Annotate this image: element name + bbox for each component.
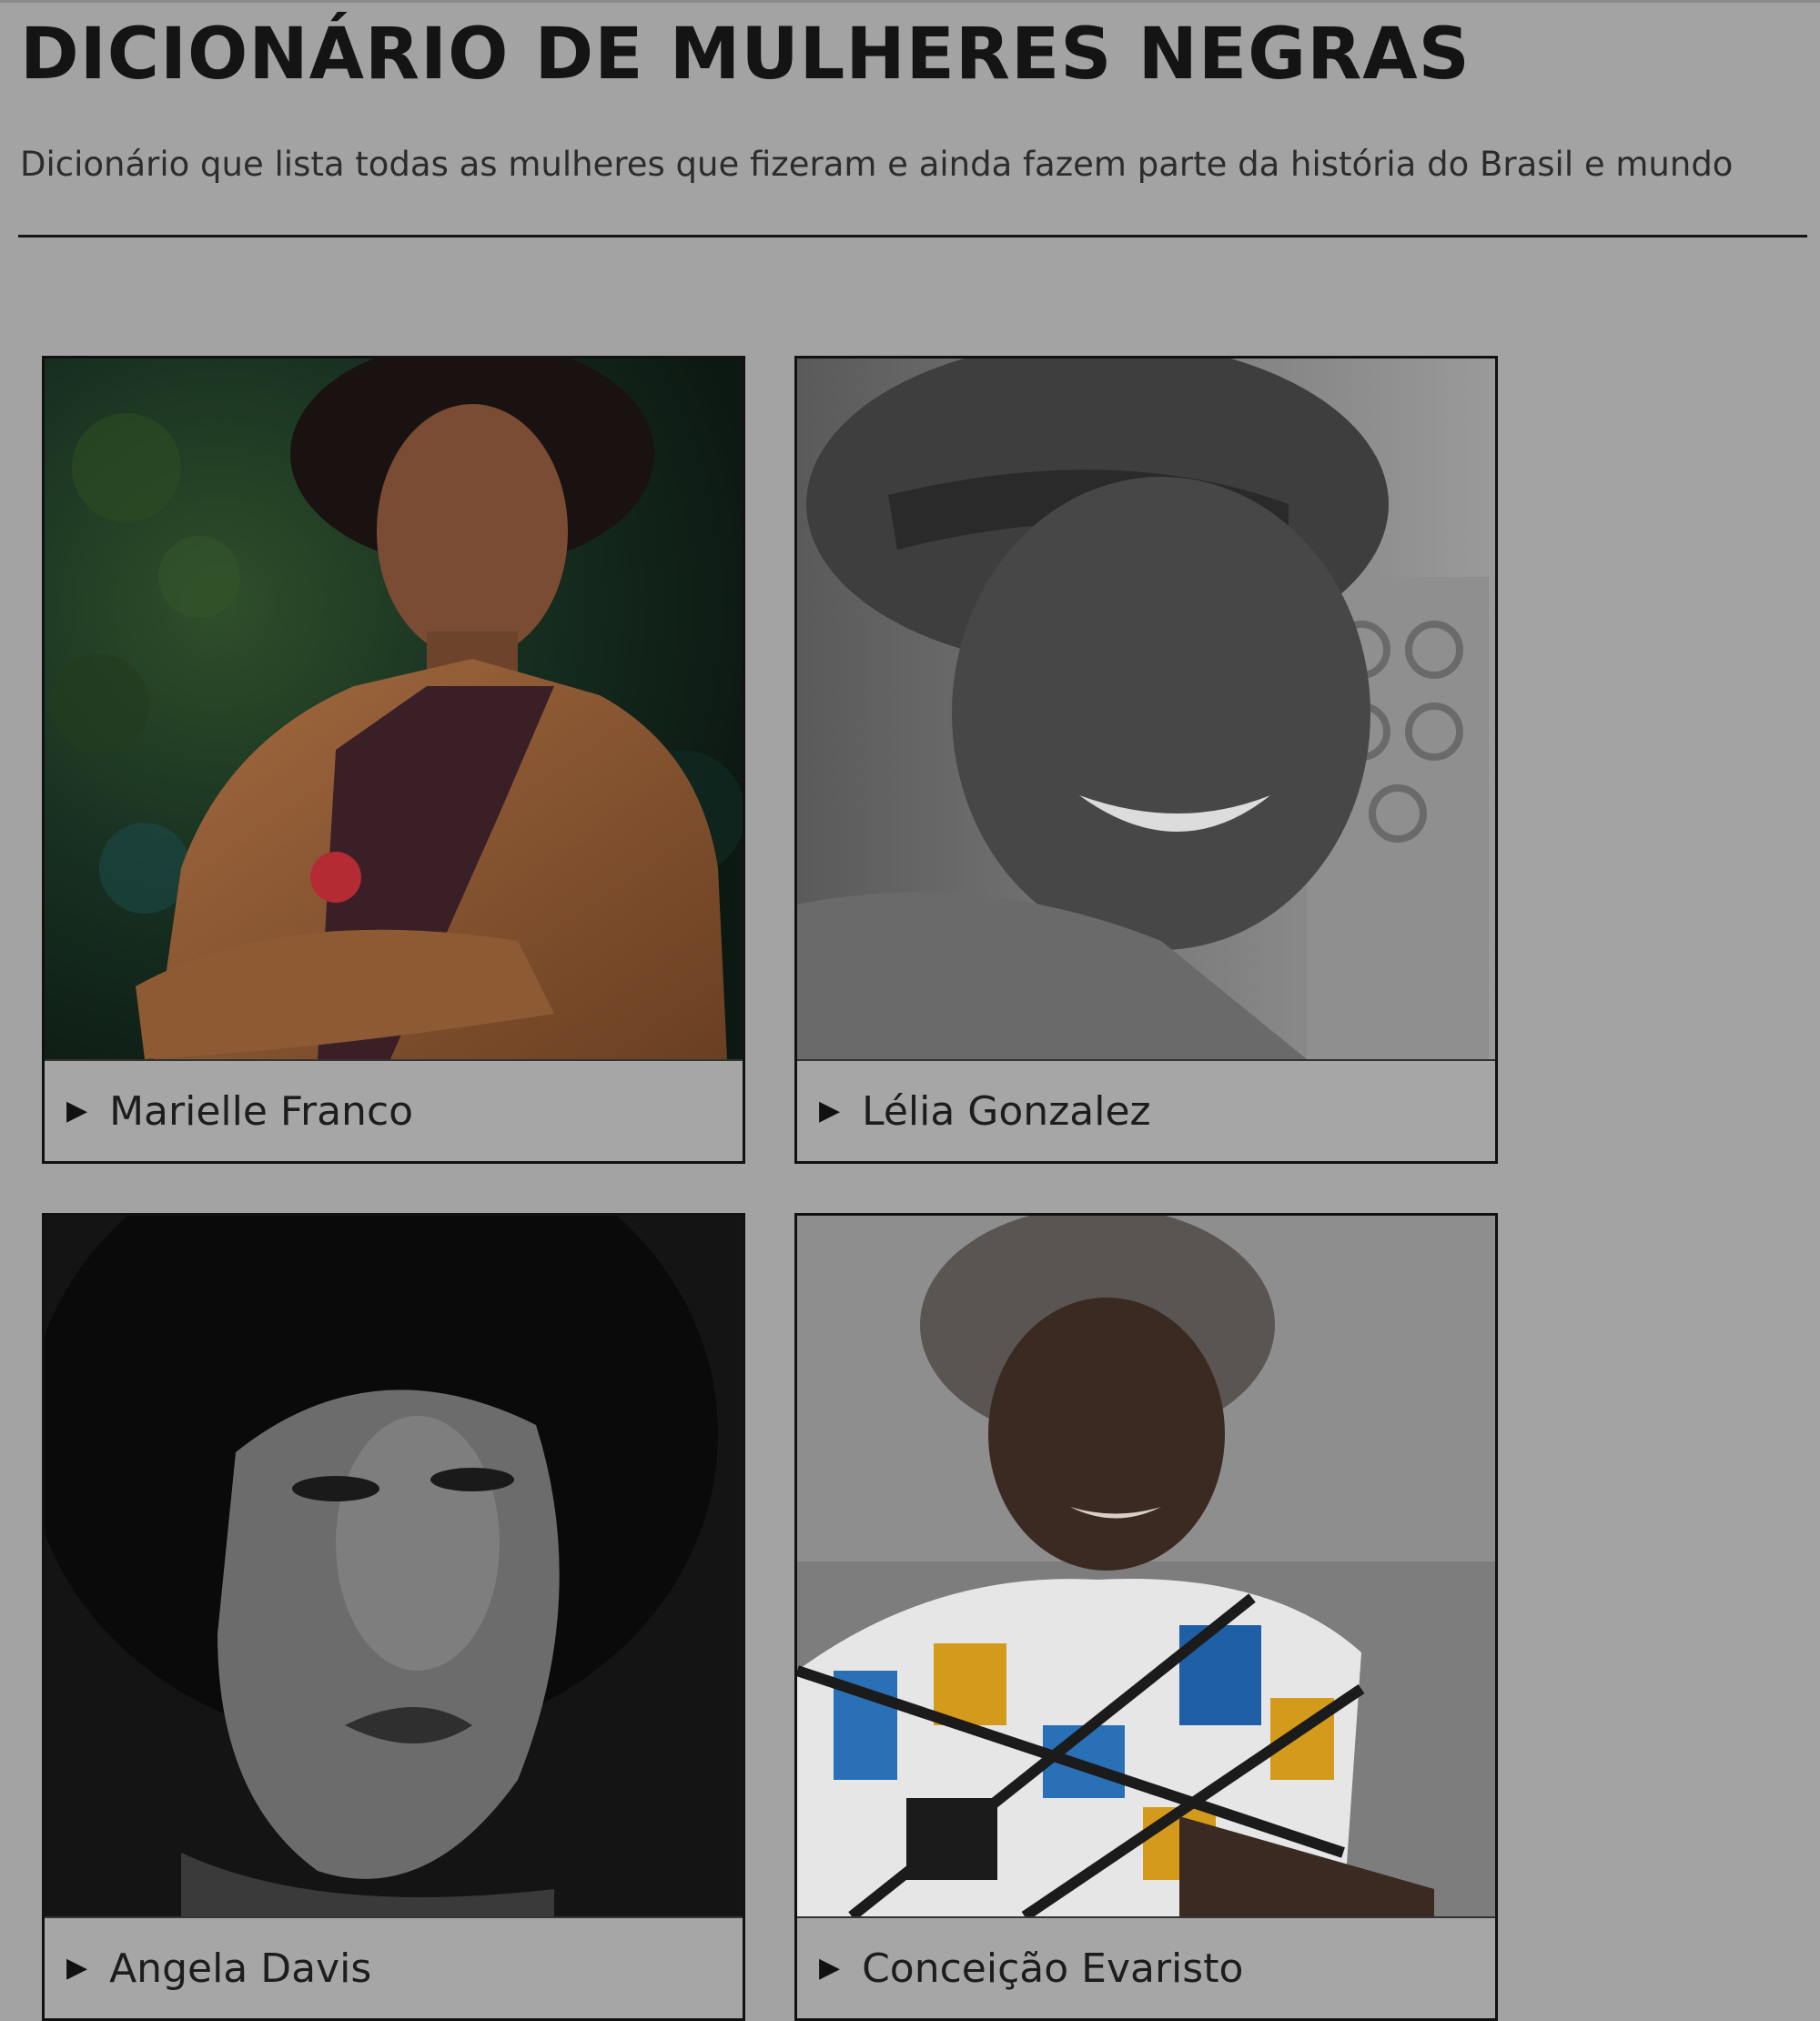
- expand-arrow-icon: ▶: [819, 1095, 841, 1127]
- page-title: DICIONÁRIO DE MULHERES NEGRAS: [20, 14, 1471, 96]
- card-caption[interactable]: ▶ Marielle Franco: [45, 1059, 743, 1161]
- card-caption[interactable]: ▶ Lélia Gonzalez: [797, 1059, 1495, 1161]
- portrait-photo: [45, 1216, 743, 1916]
- expand-arrow-icon: ▶: [66, 1952, 88, 1984]
- woman-card[interactable]: ▶ Conceição Evaristo: [794, 1213, 1498, 2021]
- woman-name: Conceição Evaristo: [862, 1945, 1244, 1992]
- page: DICIONÁRIO DE MULHERES NEGRAS Dicionário…: [0, 0, 1820, 2021]
- card-caption[interactable]: ▶ Angela Davis: [45, 1916, 743, 2018]
- page-subtitle: Dicionário que lista todas as mulheres q…: [20, 145, 1734, 184]
- card-caption[interactable]: ▶ Conceição Evaristo: [797, 1916, 1495, 2018]
- portrait-photo: [797, 359, 1495, 1059]
- portrait-photo: [797, 1216, 1495, 1916]
- header-divider: [18, 235, 1807, 237]
- woman-card[interactable]: ▶ Lélia Gonzalez: [794, 356, 1498, 1164]
- woman-card[interactable]: ▶ Angela Davis: [42, 1213, 745, 2021]
- woman-card[interactable]: ▶ Marielle Franco: [42, 356, 745, 1164]
- woman-name: Marielle Franco: [109, 1087, 414, 1135]
- expand-arrow-icon: ▶: [819, 1952, 841, 1984]
- woman-name: Angela Davis: [109, 1945, 372, 1992]
- woman-name: Lélia Gonzalez: [862, 1087, 1151, 1135]
- portrait-photo: [45, 359, 743, 1059]
- expand-arrow-icon: ▶: [66, 1095, 88, 1127]
